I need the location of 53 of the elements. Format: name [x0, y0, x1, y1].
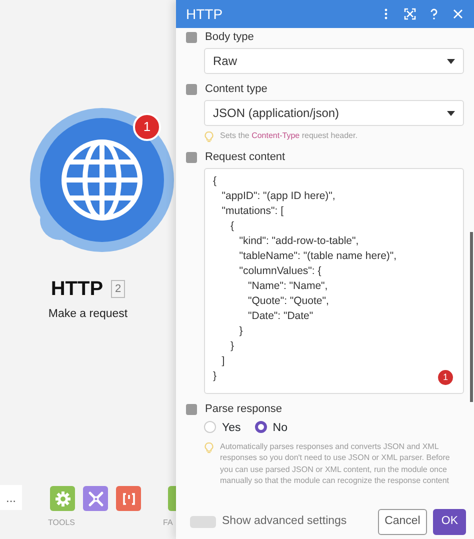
app-tile[interactable] [168, 486, 176, 511]
close-icon[interactable] [452, 8, 464, 20]
code-line: ] [220, 354, 225, 369]
field-label: Parse response [205, 402, 282, 416]
code-line: } [213, 369, 217, 384]
brackets-icon[interactable] [116, 486, 141, 511]
code-line: "kind": "add-row-to-table", [238, 234, 359, 249]
tool-label: FA [163, 517, 173, 529]
code-line: "Quote": "Quote", [247, 294, 329, 309]
checkbox[interactable] [186, 152, 197, 162]
select-field[interactable]: Raw [204, 48, 464, 74]
hint-text: Automatically parses responses and converts JSON and XML responses so you don't need to use JSON or XML parser. Before you can use parsed JSON or XML content, run the module once manually so that the module can recognize the response content [220, 441, 451, 486]
radio-option[interactable]: Yes [204, 420, 241, 438]
cancel-button[interactable]: Cancel [378, 509, 428, 535]
bulb-icon [204, 131, 214, 142]
code-line: "appID": "(app ID here)", [220, 189, 336, 204]
checkbox[interactable] [186, 32, 197, 42]
hint-text: Sets the Content-Type request header. [220, 130, 358, 142]
field-label: Request content [205, 150, 286, 164]
radio-option[interactable]: No [254, 420, 288, 438]
code-line: "Name": "Name", [247, 279, 328, 294]
caret-icon [447, 110, 455, 116]
field-label: Body type [205, 30, 254, 44]
toggle-label: Show advanced settings [222, 514, 348, 530]
code-line: } [230, 339, 234, 354]
error-badge: 1 [133, 113, 161, 141]
checkbox[interactable] [186, 84, 197, 94]
tool-label: TOOLS [48, 517, 75, 529]
module-title: HTTP [50, 277, 104, 302]
code-line: "tableName": "(table name here)", [238, 249, 397, 264]
select-field[interactable]: JSON (application/json) [204, 100, 464, 126]
tools-icon[interactable] [83, 486, 108, 511]
code-line: "mutations": [ [220, 204, 284, 219]
fullscreen-icon[interactable] [404, 8, 416, 20]
toggle-switch[interactable] [190, 516, 216, 528]
help-icon[interactable] [428, 8, 440, 20]
module-count: 2 [111, 280, 126, 298]
code-line: } [238, 324, 243, 339]
code-editor[interactable]: { "appID": "(app ID here)", "mutations": [ { "kind": "add-row-to-table", "tableName": "(table name here)", "columnValues": { "Name": "Name", "Quote": "Quote", "Date": "Date" } } ] } 1 [204, 168, 464, 394]
code-line: "columnValues": { [238, 264, 322, 279]
bulb-icon [204, 442, 214, 454]
code-line: { [213, 174, 217, 189]
checkbox[interactable] [186, 404, 197, 414]
code-line: { [230, 219, 234, 234]
more-button[interactable]: ... [0, 485, 22, 510]
gear-icon[interactable] [50, 486, 75, 511]
ok-button[interactable]: OK [433, 509, 466, 535]
caret-icon [447, 58, 455, 64]
module-subtitle: Make a request [47, 307, 129, 322]
panel-title: HTTP [186, 4, 224, 24]
field-label: Content type [205, 82, 268, 96]
code-line: "Date": "Date" [247, 309, 314, 324]
error-badge: 1 [438, 370, 453, 385]
